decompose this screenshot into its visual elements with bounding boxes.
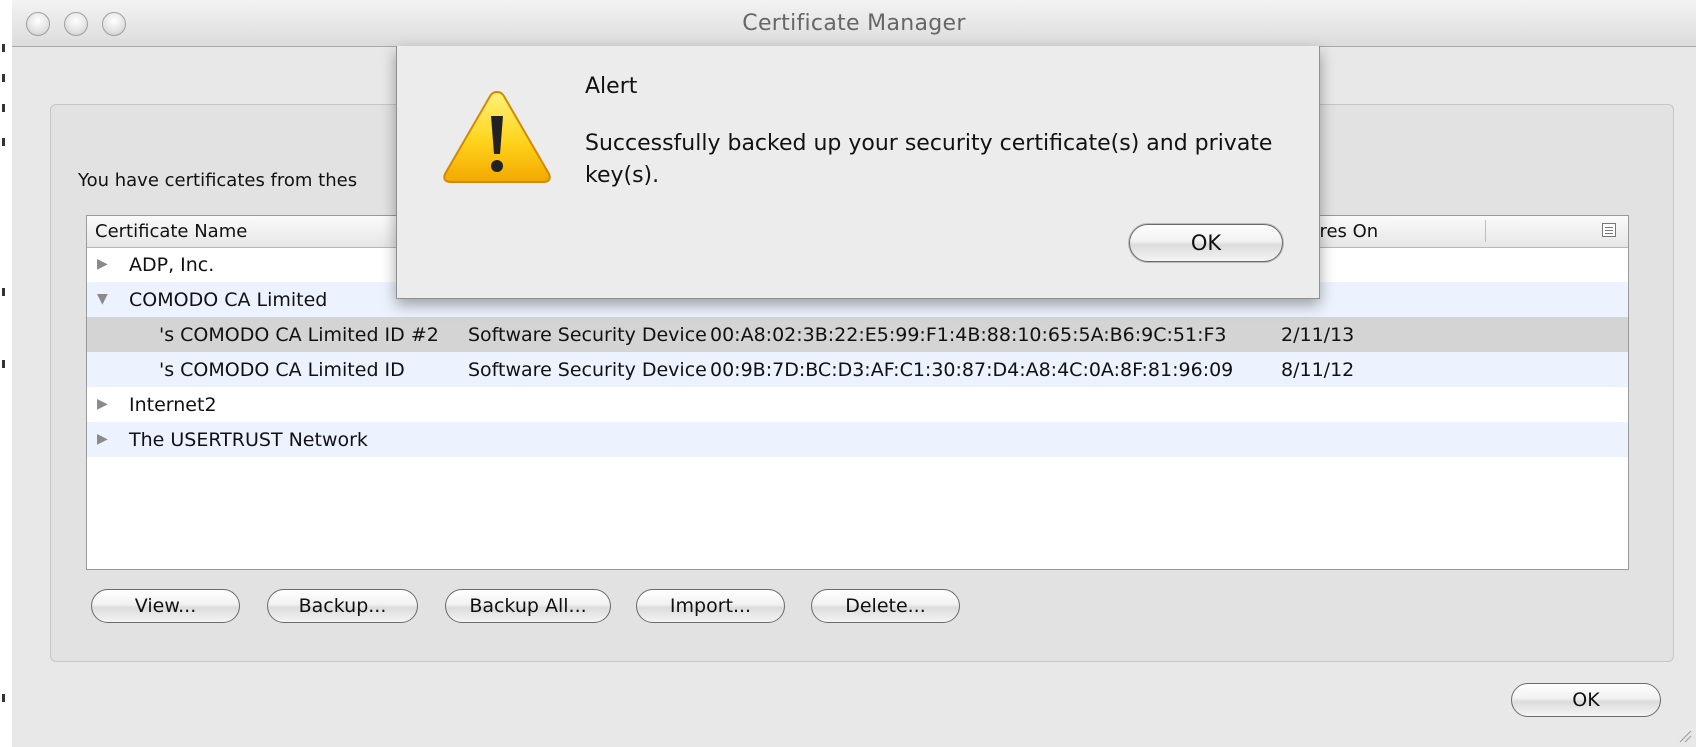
alert-message: Successfully backed up your security cer… bbox=[585, 131, 1273, 188]
edge-mark bbox=[2, 288, 5, 296]
cert-serial: 00:A8:02:3B:22:E5:99:F1:4B:88:10:65:5A:B… bbox=[710, 324, 1227, 346]
edge-mark bbox=[2, 74, 5, 82]
cert-expires: 2/11/13 bbox=[1281, 324, 1355, 346]
ok-button[interactable]: OK bbox=[1511, 683, 1661, 717]
title-bar[interactable]: Certificate Manager bbox=[12, 0, 1696, 47]
cert-name: Internet2 bbox=[129, 394, 217, 416]
cert-name: 's COMODO CA Limited ID #2 bbox=[159, 324, 439, 346]
edge-mark bbox=[2, 138, 5, 146]
view-button[interactable]: View... bbox=[91, 589, 240, 623]
disclosure-right-icon[interactable]: ▶ bbox=[97, 432, 108, 446]
cert-name: The USERTRUST Network bbox=[129, 429, 368, 451]
cert-expires: 8/11/12 bbox=[1281, 359, 1355, 381]
table-row[interactable]: 's COMODO CA Limited ID Software Securit… bbox=[87, 352, 1628, 387]
intro-text: You have certificates from thes bbox=[78, 170, 358, 191]
backup-all-button[interactable]: Backup All... bbox=[445, 589, 611, 623]
alert-ok-button[interactable]: OK bbox=[1129, 224, 1283, 262]
alert-sheet: Alert Successfully backed up your securi… bbox=[396, 46, 1320, 299]
cert-device: Software Security Device bbox=[468, 324, 707, 346]
edge-mark bbox=[2, 104, 5, 112]
cert-device: Software Security Device bbox=[468, 359, 707, 381]
warning-icon bbox=[443, 90, 551, 183]
cert-name: ADP, Inc. bbox=[129, 254, 215, 276]
delete-button[interactable]: Delete... bbox=[811, 589, 960, 623]
edge-mark bbox=[2, 360, 5, 368]
cert-name: COMODO CA Limited bbox=[129, 289, 328, 311]
window-title: Certificate Manager bbox=[742, 11, 966, 36]
column-separator[interactable] bbox=[1485, 220, 1486, 242]
alert-title: Alert bbox=[585, 74, 638, 99]
cert-name: 's COMODO CA Limited ID bbox=[159, 359, 405, 381]
disclosure-down-icon[interactable]: ▼ bbox=[97, 292, 108, 306]
resize-grip-icon[interactable] bbox=[1678, 729, 1692, 743]
disclosure-right-icon[interactable]: ▶ bbox=[97, 257, 108, 271]
column-picker-icon[interactable] bbox=[1602, 223, 1616, 237]
table-row[interactable]: ▶ The USERTRUST Network bbox=[87, 422, 1628, 457]
column-header-certificate-name[interactable]: Certificate Name bbox=[95, 221, 247, 242]
table-row[interactable]: 's COMODO CA Limited ID #2 Software Secu… bbox=[87, 317, 1628, 352]
cert-serial: 00:9B:7D:BC:D3:AF:C1:30:87:D4:A8:4C:0A:8… bbox=[710, 359, 1234, 381]
edge-mark bbox=[2, 44, 5, 52]
backup-button[interactable]: Backup... bbox=[267, 589, 418, 623]
edge-mark bbox=[2, 694, 5, 702]
import-button[interactable]: Import... bbox=[636, 589, 785, 623]
disclosure-right-icon[interactable]: ▶ bbox=[97, 397, 108, 411]
table-row[interactable]: ▶ Internet2 bbox=[87, 387, 1628, 422]
